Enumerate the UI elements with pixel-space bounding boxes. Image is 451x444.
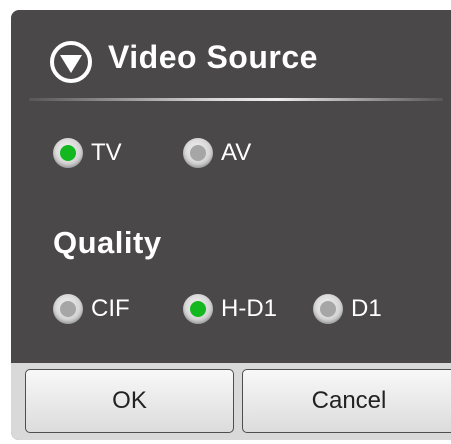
radio-indicator[interactable] — [183, 294, 213, 324]
radio-indicator[interactable] — [313, 294, 343, 324]
radio-quality-d1[interactable]: D1 — [313, 294, 382, 324]
circle-down-triangle-icon — [50, 41, 92, 83]
radio-label-d1: D1 — [351, 295, 382, 322]
ok-button[interactable]: OK — [25, 369, 234, 433]
dialog-title: Video Source — [108, 39, 318, 75]
radio-quality-h-d1[interactable]: H-D1 — [183, 294, 277, 324]
cancel-button[interactable]: Cancel — [242, 369, 451, 433]
dialog-header: Video Source — [11, 10, 451, 106]
radio-indicator[interactable] — [53, 294, 83, 324]
button-bar: OK Cancel — [11, 363, 451, 440]
radio-label-cif: CIF — [91, 295, 130, 322]
radio-quality-cif[interactable]: CIF — [53, 294, 130, 324]
video-source-dialog: Video Source TV AV Quality CIF H-D1 D1 O… — [11, 10, 451, 440]
radio-label-h-d1: H-D1 — [221, 295, 278, 322]
radio-label-tv: TV — [91, 139, 122, 166]
quality-heading: Quality — [53, 225, 162, 260]
radio-source-av[interactable]: AV — [183, 138, 251, 168]
radio-source-tv[interactable]: TV — [53, 138, 122, 168]
radio-indicator[interactable] — [53, 138, 83, 168]
title-divider — [29, 98, 443, 101]
radio-indicator[interactable] — [183, 138, 213, 168]
radio-label-av: AV — [221, 139, 252, 166]
